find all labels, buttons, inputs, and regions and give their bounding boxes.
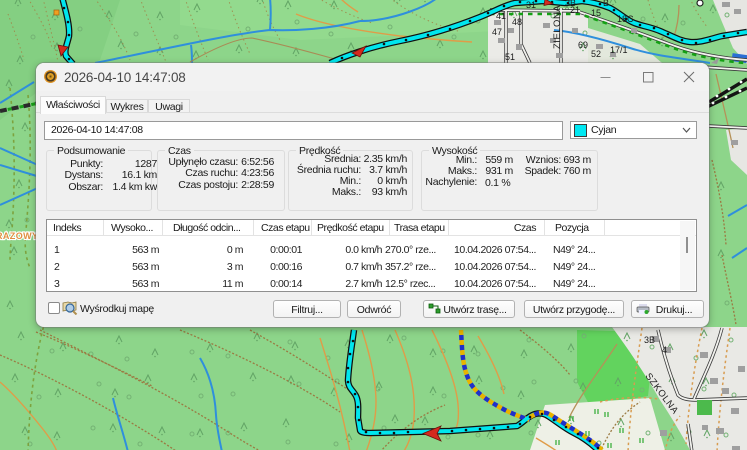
- svg-text:52: 52: [591, 49, 601, 59]
- svg-text:48: 48: [512, 17, 522, 27]
- svg-text:18C: 18C: [617, 14, 634, 24]
- svg-text:51: 51: [505, 52, 515, 62]
- svg-text:15: 15: [591, 8, 601, 18]
- svg-text:41: 41: [496, 11, 506, 21]
- svg-text:ZIELONA: ZIELONA: [552, 5, 563, 49]
- svg-text:69: 69: [578, 40, 588, 50]
- svg-text:31: 31: [526, 0, 536, 10]
- svg-text:47: 47: [492, 27, 502, 37]
- svg-text:3B: 3B: [644, 335, 655, 345]
- svg-text:4: 4: [662, 345, 667, 355]
- svg-text:B: B: [603, 0, 609, 8]
- svg-text:RAZOWY: RAZOWY: [0, 231, 38, 241]
- svg-text:3B: 3B: [565, 0, 576, 8]
- svg-text:17/1: 17/1: [610, 45, 628, 55]
